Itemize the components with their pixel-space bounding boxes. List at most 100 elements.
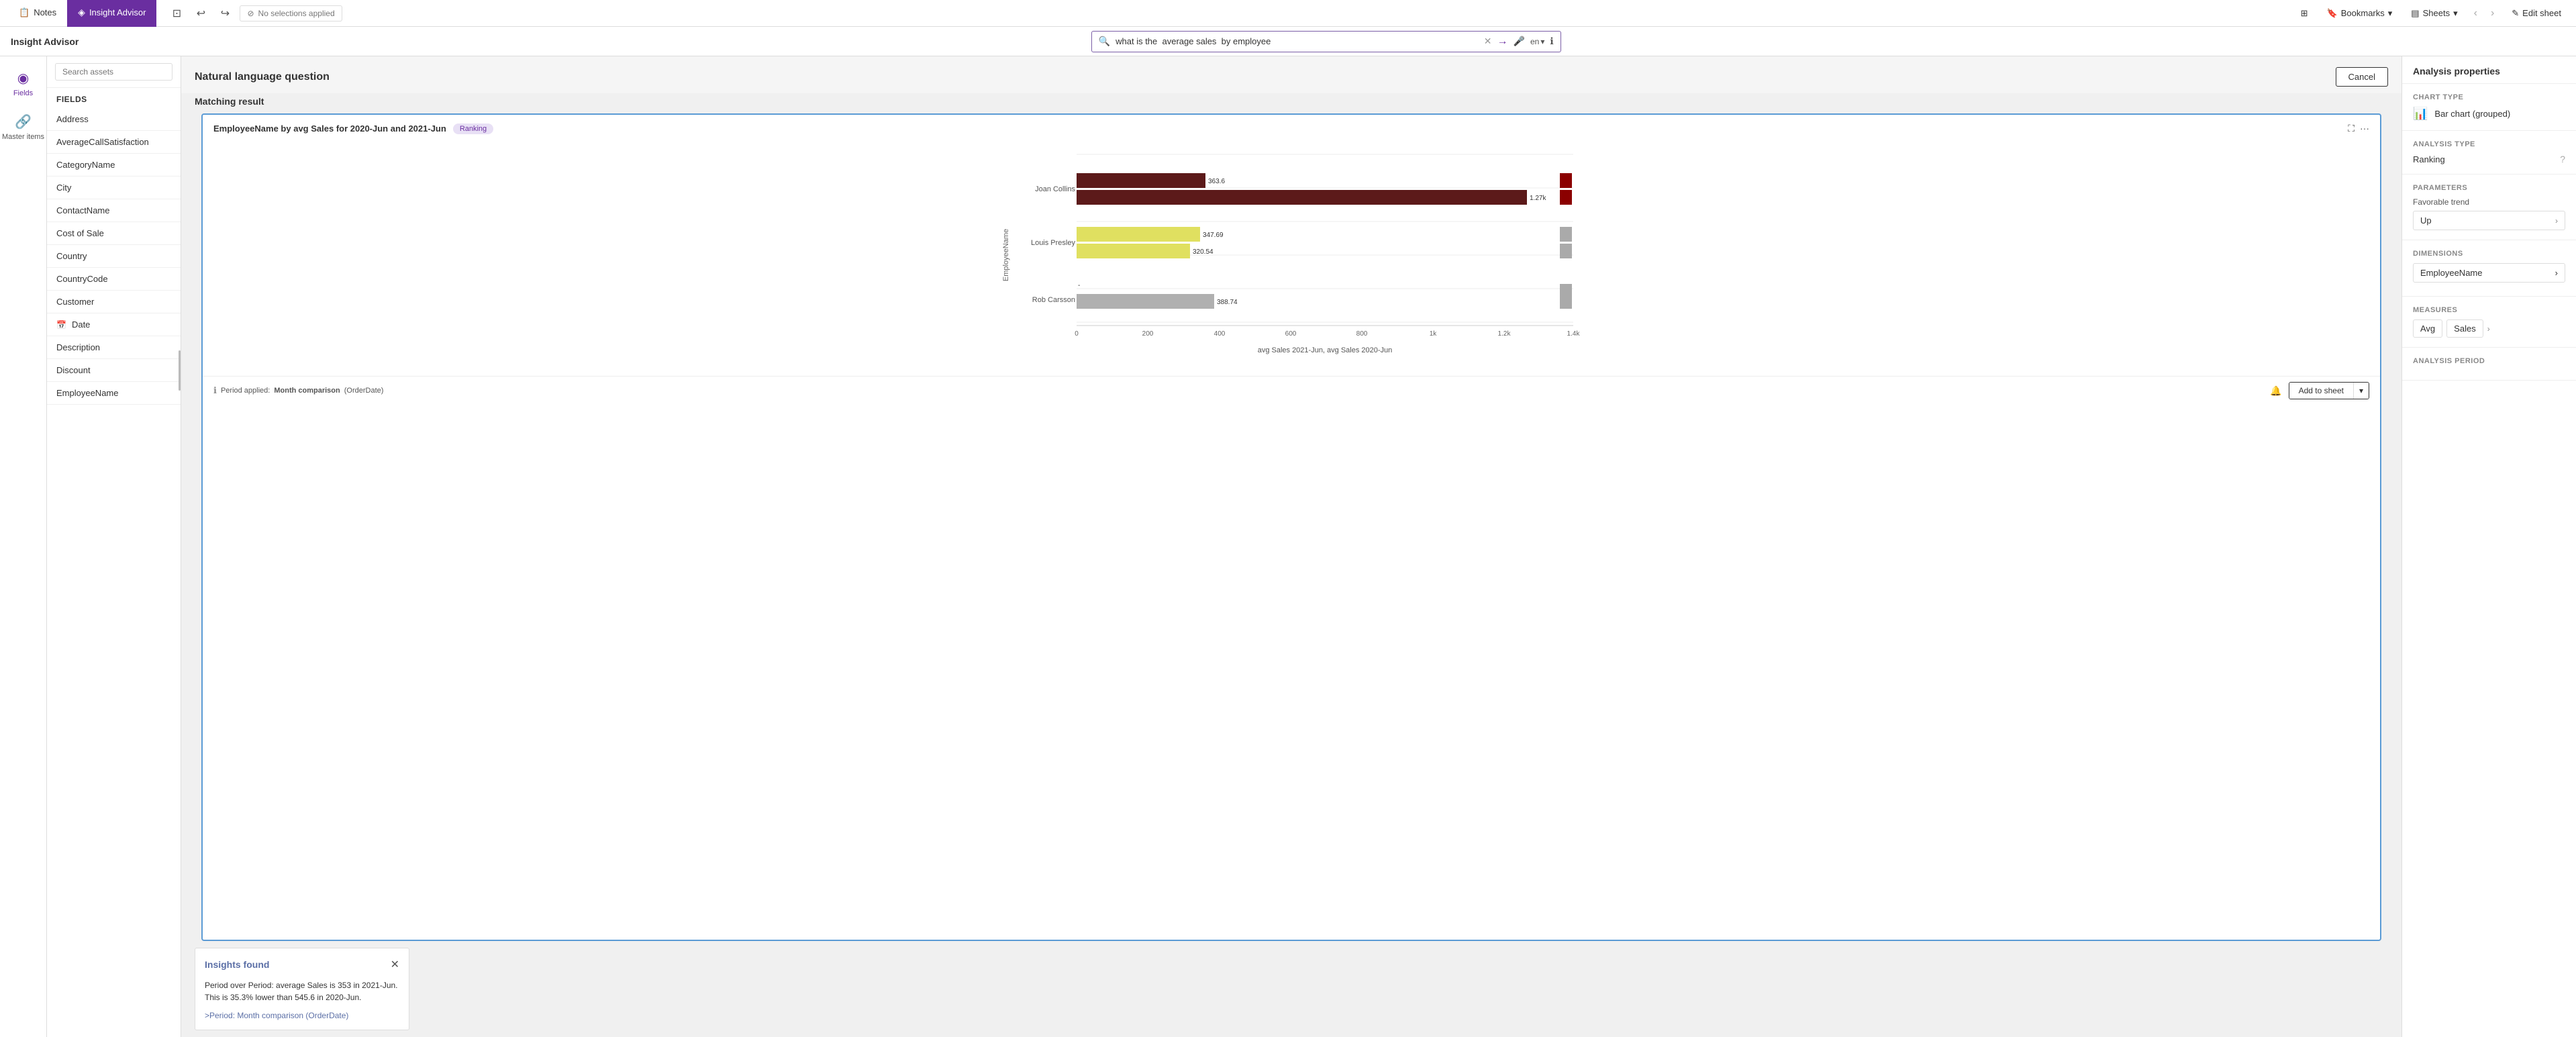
svg-text:800: 800 [1356, 330, 1368, 338]
cancel-button[interactable]: Cancel [2336, 67, 2388, 87]
undo-icon[interactable]: ↩ [191, 4, 210, 23]
chart-and-insights: EmployeeName by avg Sales for 2020-Jun a… [181, 113, 2401, 1030]
svg-text:avg Sales 2021-Jun, avg Sales: avg Sales 2021-Jun, avg Sales 2020-Jun [1258, 346, 1393, 354]
search-input[interactable] [1116, 36, 1479, 46]
footer-actions: 🔔 Add to sheet ▾ [2270, 382, 2369, 399]
field-item[interactable]: Discount [47, 359, 181, 382]
svg-text:0: 0 [1075, 330, 1079, 338]
notes-icon: 📋 [19, 7, 30, 18]
redo-icon[interactable]: ↪ [215, 4, 234, 23]
search-icon: 🔍 [1099, 36, 1110, 47]
svg-text:200: 200 [1142, 330, 1154, 338]
chart-type-label: Chart type [2413, 93, 2565, 101]
top-nav: 📋 Notes ◈ Insight Advisor ⊡ ↩ ↪ ⊘ No sel… [0, 0, 2576, 27]
analysis-type-value: Ranking [2413, 154, 2445, 164]
measure-pair: Avg Sales › [2413, 319, 2565, 338]
grid-icon-btn[interactable]: ⊞ [2295, 5, 2314, 21]
field-item[interactable]: CountryCode [47, 268, 181, 291]
grid-icon: ⊞ [2301, 8, 2308, 19]
content-title: Natural language question [195, 71, 330, 83]
favorable-trend-label: Favorable trend [2413, 197, 2565, 207]
sheets-btn[interactable]: ▤ Sheets ▾ [2406, 5, 2463, 21]
info-icon[interactable]: ℹ [1550, 36, 1553, 47]
field-item[interactable]: Cost of Sale [47, 222, 181, 245]
period-info-icon: ℹ [213, 385, 217, 396]
field-item[interactable]: City [47, 177, 181, 199]
favorable-trend-select[interactable]: Up › [2413, 211, 2565, 230]
notes-tab[interactable]: 📋 Notes [8, 0, 67, 27]
nav-forward-icon[interactable]: › [2488, 5, 2497, 22]
parameters-label: Parameters [2413, 184, 2565, 192]
toolbar-icons: ⊡ ↩ ↪ [167, 4, 234, 23]
fields-section-label: Fields [47, 88, 181, 108]
share-icon[interactable]: 🔔 [2270, 385, 2281, 397]
period-info: ℹ Period applied: Month comparison (Orde… [213, 385, 383, 396]
svg-text:388.74: 388.74 [1217, 299, 1238, 306]
insights-title: Insights found [205, 959, 269, 970]
edit-icon: ✎ [2512, 8, 2519, 19]
field-item[interactable]: ContactName [47, 199, 181, 222]
insight-advisor-label: Insight Advisor [89, 7, 146, 17]
field-item[interactable]: CategoryName [47, 154, 181, 177]
svg-text:Louis Presley: Louis Presley [1031, 239, 1076, 247]
bookmarks-btn[interactable]: 🔖 Bookmarks ▾ [2322, 5, 2398, 21]
search-clear-icon[interactable]: ✕ [1484, 36, 1492, 47]
insight-advisor-tab[interactable]: ◈ Insight Advisor [67, 0, 156, 27]
field-item[interactable]: 📅Date [47, 313, 181, 336]
chart-type-item[interactable]: 📊 Bar chart (grouped) [2413, 107, 2565, 121]
dimension-item[interactable]: EmployeeName › [2413, 263, 2565, 283]
add-sheet-label[interactable]: Add to sheet [2289, 383, 2353, 399]
crop-icon[interactable]: ⊡ [167, 4, 186, 23]
add-sheet-dropdown-icon[interactable]: ▾ [2353, 383, 2369, 399]
dimension-value: EmployeeName [2420, 268, 2483, 278]
field-item[interactable]: AverageCallSatisfaction [47, 131, 181, 154]
sidebar-item-fields[interactable]: ◉ Fields [0, 64, 46, 103]
analysis-period-section: Analysis period [2402, 348, 2576, 381]
measure-field-tag[interactable]: Sales [2446, 319, 2483, 338]
svg-text:EmployeeName: EmployeeName [1002, 229, 1010, 281]
sidebar-item-master-items[interactable]: 🔗 Master items [0, 108, 46, 146]
parameters-section: Parameters Favorable trend Up › [2402, 175, 2576, 240]
svg-text:1.27k: 1.27k [1530, 195, 1546, 202]
field-item[interactable]: EmployeeName [47, 382, 181, 405]
insights-close-icon[interactable]: ✕ [391, 958, 399, 971]
measure-agg-tag[interactable]: Avg [2413, 319, 2442, 338]
add-to-sheet-btn[interactable]: Add to sheet ▾ [2289, 382, 2369, 399]
bookmark-icon: 🔖 [2327, 8, 2338, 19]
microphone-icon[interactable]: 🎤 [1514, 36, 1525, 47]
search-assets-input[interactable] [55, 63, 172, 81]
svg-text:Rob Carsson: Rob Carsson [1032, 296, 1075, 304]
master-items-nav-label: Master items [2, 133, 44, 141]
favorable-trend-arrow-icon: › [2555, 216, 2558, 226]
period-text: Period applied: [221, 387, 270, 395]
svg-text:Joan Collins: Joan Collins [1035, 185, 1075, 193]
bar-chart-icon: 📊 [2413, 107, 2428, 121]
field-item[interactable]: Description [47, 336, 181, 359]
sheets-label: Sheets [2423, 8, 2450, 18]
analysis-type-label: Analysis type [2413, 140, 2565, 148]
expand-icon[interactable]: ⛶ [2348, 123, 2355, 134]
svg-text:1.2k: 1.2k [1498, 330, 1512, 338]
field-item[interactable]: Address [47, 108, 181, 131]
insights-link[interactable]: >Period: Month comparison (OrderDate) [205, 1011, 348, 1020]
bar-chart-svg: Joan Collins Louis Presley Rob Carsson E… [213, 141, 2369, 362]
sheets-icon: ▤ [2411, 8, 2419, 19]
more-options-icon[interactable]: ··· [2360, 123, 2369, 134]
analysis-type-row: Ranking ? [2413, 154, 2565, 164]
field-item[interactable]: Customer [47, 291, 181, 313]
no-selections-badge: ⊘ No selections applied [240, 5, 342, 21]
content-header: Natural language question Cancel [181, 56, 2401, 93]
top-nav-left: 📋 Notes ◈ Insight Advisor ⊡ ↩ ↪ ⊘ No sel… [8, 0, 342, 27]
help-icon[interactable]: ? [2560, 154, 2565, 164]
dimensions-section: Dimensions EmployeeName › [2402, 240, 2576, 297]
insights-panel: Insights found ✕ Period over Period: ave… [195, 948, 409, 1030]
analysis-type-section: Analysis type Ranking ? [2402, 131, 2576, 175]
main-center: Natural language question Cancel Matchin… [181, 56, 2401, 1037]
svg-text:1.4k: 1.4k [1567, 330, 1581, 338]
nav-back-icon[interactable]: ‹ [2471, 5, 2480, 22]
insight-advisor-icon: ◈ [78, 7, 85, 18]
edit-sheet-btn[interactable]: ✎ Edit sheet [2505, 5, 2568, 21]
search-submit-icon[interactable]: → [1497, 36, 1508, 48]
field-item[interactable]: Country [47, 245, 181, 268]
language-selector[interactable]: en ▾ [1530, 37, 1544, 46]
